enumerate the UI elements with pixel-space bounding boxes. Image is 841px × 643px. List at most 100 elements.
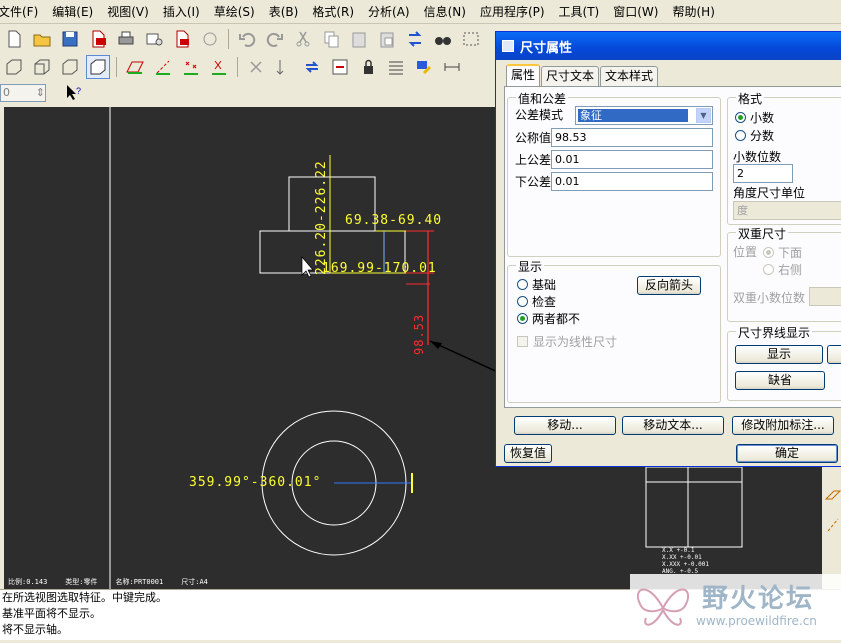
radio-dot [735,112,746,123]
no-hidden-icon[interactable] [58,55,82,79]
erase-witness-button[interactable] [827,345,841,364]
ok-button[interactable]: 确定 [736,444,838,463]
undo-icon[interactable] [235,27,259,51]
menu-table[interactable]: 表(B) [265,0,309,24]
open-folder-icon[interactable] [30,27,54,51]
csys-display-icon[interactable] [207,55,231,79]
flip-arrows-button[interactable]: 反向箭头 [637,276,701,295]
search-binoculars-icon[interactable] [431,27,455,51]
menu-window[interactable]: 窗口(W) [609,0,668,24]
tab-dimension-text[interactable]: 尺寸文本 [541,66,600,86]
dim-horizontal-1[interactable]: 69.38-69.40 [345,213,442,228]
paste-icon[interactable] [347,27,371,51]
below-radio[interactable]: 下面 [763,244,802,261]
tol-row: X.X +-0.1 [662,547,695,554]
right-label: 右侧 [778,263,803,277]
lower-tol-label: 下公差 [515,175,552,189]
fraction-radio[interactable]: 分数 [735,127,774,144]
switch-dims-icon[interactable] [300,55,324,79]
menu-format[interactable]: 格式(R) [308,0,364,24]
menu-file[interactable]: 文件(F) [0,0,48,24]
decimal-places-field[interactable]: 2 [733,164,793,183]
angle-unit-select[interactable]: 度 [733,201,841,220]
datum-point-display-icon[interactable] [179,55,203,79]
hidden-line-icon[interactable] [30,55,54,79]
inspection-label: 检查 [532,295,557,309]
move-button[interactable]: 移动... [514,416,616,435]
menu-insert[interactable]: 插入(I) [159,0,210,24]
neither-radio[interactable]: 两者都不 [517,310,580,327]
watermark-url: www.proewildfire.cn [696,614,817,628]
restore-values-button[interactable]: 恢复值 [504,444,552,463]
pdf-export-icon[interactable] [86,27,110,51]
paste-special-icon[interactable] [375,27,399,51]
dual-decimal-field[interactable] [809,287,841,306]
menu-edit[interactable]: 编辑(E) [48,0,103,24]
menu-tools[interactable]: 工具(T) [555,0,610,24]
spinner-icon[interactable]: ⇕ [36,85,45,101]
canvas-border [0,107,4,589]
pick-help-arrow-icon[interactable]: ? [62,81,86,105]
right-radio[interactable]: 右侧 [763,261,802,278]
inspection-radio[interactable]: 检查 [517,293,556,310]
dim-vertical[interactable]: 226.20-226.22 [314,160,329,275]
tol-mode-value: 象征 [578,109,688,122]
table-icon[interactable] [384,55,408,79]
show-linear-checkbox[interactable]: 显示为线性尺寸 [517,333,617,350]
wireframe-icon[interactable] [2,55,26,79]
dim-selected-red[interactable]: 98.53 [412,314,426,355]
regenerate-icon[interactable] [403,27,427,51]
connect-icon[interactable] [198,27,222,51]
butterfly-logo-icon [636,588,690,626]
dim-horizontal-2[interactable]: 169.99-170.01 [322,261,437,276]
status-type: 类型:零件 [65,578,98,586]
modify-attachment-button[interactable]: 修改附加标注... [732,416,834,435]
cut-icon[interactable] [291,27,315,51]
lock-view-icon[interactable] [356,55,380,79]
menu-analysis[interactable]: 分析(A) [364,0,420,24]
new-file-icon[interactable] [2,27,26,51]
basic-radio[interactable]: 基础 [517,276,556,293]
redo-icon[interactable] [263,27,287,51]
move-dims-icon[interactable] [272,55,296,79]
dialog-titlebar[interactable]: 尺寸属性 [496,32,841,60]
tab-text-style[interactable]: 文本样式 [600,66,659,86]
upper-tol-field[interactable]: 0.01 [551,150,713,169]
show-annotations-icon[interactable] [328,55,352,79]
window-icon [502,40,514,52]
menu-help[interactable]: 帮助(H) [668,0,724,24]
dim-angle[interactable]: 359.99°-360.01° [189,475,321,490]
display-group-label: 显示 [516,258,545,275]
show-witness-button[interactable]: 显示 [735,345,823,364]
menu-applications[interactable]: 应用程序(P) [476,0,555,24]
decimal-radio[interactable]: 小数 [735,109,774,126]
witness-line-group: 尺寸界线显示 [727,324,841,401]
radio-dot [763,247,774,258]
delete-x-icon[interactable] [244,55,268,79]
watermark-title: 野火论坛 [702,584,815,614]
lower-tol-field[interactable]: 0.01 [551,172,713,191]
nominal-field[interactable]: 98.53 [551,128,713,147]
copy-icon[interactable] [319,27,343,51]
upper-tol-label: 上公差 [515,153,552,167]
default-witness-button[interactable]: 缺省 [735,371,825,390]
tab-properties[interactable]: 属性 [506,64,541,86]
radio-dot [735,130,746,141]
save-icon[interactable] [58,27,82,51]
chevron-down-icon[interactable]: ▼ [696,108,711,123]
pdf-send-icon[interactable] [170,27,194,51]
move-text-button[interactable]: 移动文本... [622,416,724,435]
datum-axis-display-icon[interactable] [151,55,175,79]
menu-view[interactable]: 视图(V) [103,0,159,24]
select-box-icon[interactable] [459,27,483,51]
menu-sketch[interactable]: 草绘(S) [210,0,265,24]
email-icon[interactable] [142,27,166,51]
datum-plane-display-icon[interactable] [123,55,147,79]
dimension-icon[interactable] [440,55,464,79]
menu-info[interactable]: 信息(N) [420,0,476,24]
sheet-number-input[interactable]: 0 ⇕ [0,84,46,102]
print-icon[interactable] [114,27,138,51]
highlight-icon[interactable] [412,55,436,79]
tol-mode-select[interactable]: 象征 ▼ [575,106,713,125]
shading-icon[interactable] [86,55,110,79]
